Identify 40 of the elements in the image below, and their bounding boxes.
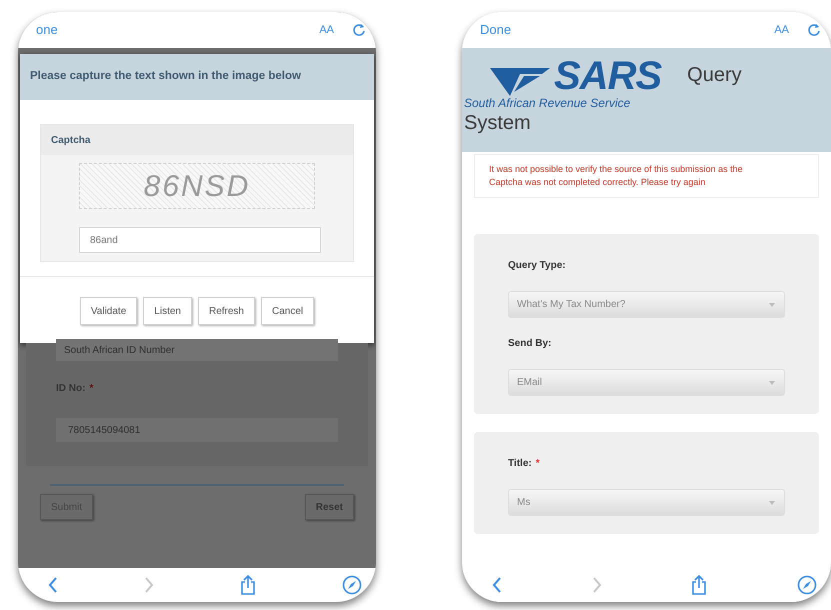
dialog-button[interactable]: Refresh bbox=[198, 297, 255, 325]
dialog-title: Please capture the text shown in the image below bbox=[20, 54, 374, 100]
reload-icon[interactable] bbox=[352, 23, 366, 37]
reload-icon[interactable] bbox=[807, 23, 821, 37]
required-mark: * bbox=[536, 457, 540, 471]
compass-icon[interactable] bbox=[342, 575, 362, 595]
dropdown-value: Ms bbox=[517, 496, 530, 510]
id-number-input[interactable]: 7805145094081 bbox=[56, 418, 338, 442]
compass-icon[interactable] bbox=[796, 575, 817, 595]
done-link[interactable]: one bbox=[36, 20, 58, 40]
dropdown-select[interactable]: What's My Tax Number? bbox=[508, 291, 785, 318]
back-icon[interactable] bbox=[48, 576, 58, 594]
captcha-input[interactable]: 86and bbox=[79, 227, 321, 253]
dialog-button[interactable]: Listen bbox=[143, 297, 192, 325]
field-label: Send By: bbox=[508, 337, 552, 351]
done-link[interactable]: Done bbox=[480, 20, 512, 40]
form-button[interactable]: Reset bbox=[304, 494, 354, 520]
dropdown-value: EMail bbox=[517, 376, 542, 390]
dropdown-select[interactable]: Ms bbox=[508, 489, 785, 516]
text-size-button[interactable]: AA bbox=[319, 22, 334, 38]
dialog-button[interactable]: Validate bbox=[80, 297, 138, 325]
error-message: It was not possible to verify the source of this submission as the Captcha was not completed correctly. Please try again bbox=[474, 154, 819, 198]
panel-title: Captcha bbox=[41, 125, 353, 155]
dropdown-select[interactable]: EMail bbox=[508, 369, 785, 396]
id-type-select[interactable]: South African ID Number bbox=[56, 339, 338, 361]
field-label: Title: bbox=[508, 457, 532, 471]
share-icon[interactable] bbox=[691, 575, 708, 595]
text-size-button[interactable]: AA bbox=[774, 22, 789, 38]
dropdown-value: What's My Tax Number? bbox=[517, 298, 626, 312]
page-title: Query bbox=[687, 63, 742, 88]
field-label: Query Type: bbox=[508, 259, 566, 273]
page-title: System bbox=[463, 111, 532, 136]
logo-tagline: South African Revenue Service bbox=[463, 96, 632, 110]
dialog-button[interactable]: Cancel bbox=[260, 297, 314, 325]
required-mark: * bbox=[89, 382, 94, 396]
logo-text: SARS bbox=[554, 56, 662, 96]
share-icon[interactable] bbox=[240, 575, 256, 595]
captcha-image: 86NSD bbox=[79, 163, 315, 209]
back-icon[interactable] bbox=[492, 576, 502, 594]
swoosh-logo-icon[interactable] bbox=[490, 66, 550, 96]
